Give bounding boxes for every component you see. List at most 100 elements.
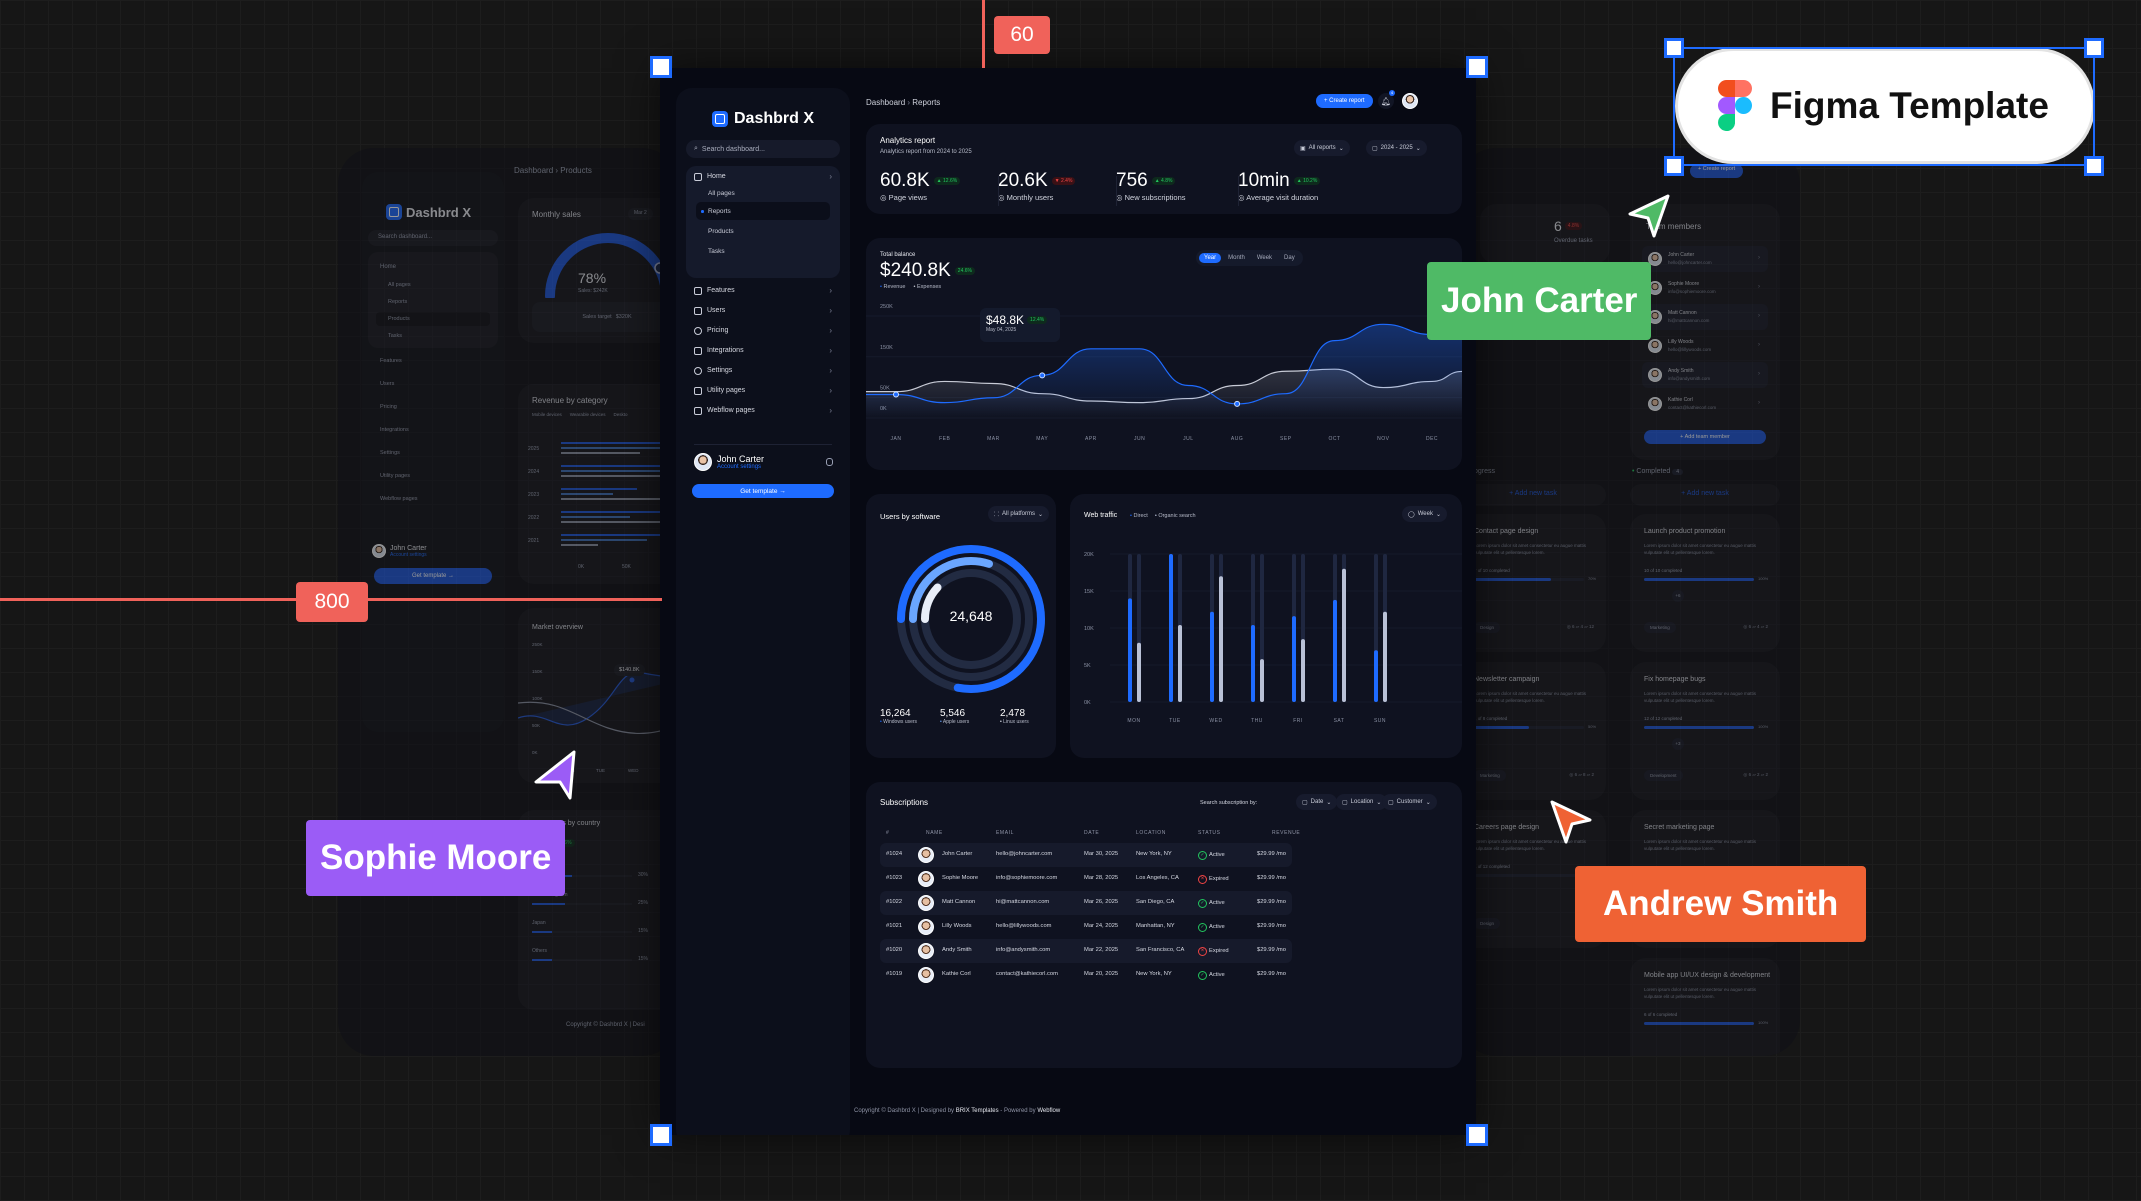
webflow-link[interactable]: Webflow xyxy=(1037,1108,1060,1114)
nav-utility-pages[interactable]: Utility pages xyxy=(380,473,410,479)
task-card[interactable]: Launch product promotion Lorem ipsum dolo… xyxy=(1630,514,1780,652)
add-task-button[interactable]: + Add new task xyxy=(1630,484,1780,506)
bar-direct[interactable] xyxy=(1169,554,1173,702)
nav-settings[interactable]: Settings › xyxy=(694,366,832,375)
task-card[interactable]: Contact page design Lorem ipsum dolor sit… xyxy=(1460,514,1606,652)
resize-handle[interactable] xyxy=(1664,38,1684,58)
create-report-button[interactable]: + Create report xyxy=(1690,164,1744,178)
platform-filter[interactable]: ⸬ All platforms ⌄ xyxy=(988,506,1050,522)
cell-email[interactable]: hello@lillywoods.com xyxy=(996,923,1052,929)
data-point[interactable] xyxy=(629,677,635,683)
nav-features[interactable]: Features xyxy=(380,358,402,364)
range-week[interactable]: Week xyxy=(1252,253,1277,263)
nav-products[interactable]: Products xyxy=(696,222,830,240)
nav-products-active[interactable]: Products xyxy=(376,312,490,326)
bar-organic-search[interactable] xyxy=(1383,611,1387,702)
team-member-row[interactable]: Sophie Moore info@sophiemoore.com › xyxy=(1642,275,1768,301)
account-settings-link[interactable]: Account settings xyxy=(717,464,764,470)
bar-organic-search[interactable] xyxy=(1260,659,1264,702)
nav-integrations[interactable]: Integrations › xyxy=(694,346,832,355)
resize-handle[interactable] xyxy=(1466,56,1488,78)
nav-pricing[interactable]: Pricing › xyxy=(694,326,832,335)
nav-all-pages[interactable]: All pages xyxy=(696,184,830,202)
range-month[interactable]: Month xyxy=(1223,253,1250,263)
table-row[interactable]: #1023 Sophie Moore info@sophiemoore.com Mar… xyxy=(880,867,1292,891)
nav-reports-active[interactable]: Reports xyxy=(696,202,830,220)
nav-all-pages[interactable]: All pages xyxy=(388,282,411,288)
logo[interactable]: Dashbrd X xyxy=(712,110,814,128)
filter-customer[interactable]: ▢ Customer ⌄ xyxy=(1382,794,1437,810)
date-filter[interactable]: Mar 2 xyxy=(628,208,653,220)
create-report-button[interactable]: + Create report xyxy=(1316,94,1373,108)
resize-handle[interactable] xyxy=(2084,38,2104,58)
column-header[interactable]: STATUS xyxy=(1198,830,1221,836)
bar-organic-search[interactable] xyxy=(1301,639,1305,702)
nav-webflow-pages[interactable]: Webflow pages › xyxy=(694,406,832,415)
get-template-button[interactable]: Get template → xyxy=(692,484,834,498)
nav-tasks[interactable]: Tasks xyxy=(388,333,402,339)
team-member-row[interactable]: Andy Smith info@andysmith.com › xyxy=(1642,362,1768,388)
table-row[interactable]: #1024 John Carter hello@johncarter.com Mar … xyxy=(880,843,1292,867)
range-year[interactable]: Year xyxy=(1199,253,1222,263)
team-member-row[interactable]: Lilly Woods hello@lillywoods.com › xyxy=(1642,333,1768,359)
team-member-row[interactable]: Kathie Corl contact@kathiecorl.com › xyxy=(1642,391,1768,417)
range-day[interactable]: Day xyxy=(1279,253,1300,263)
bar-direct[interactable] xyxy=(1128,598,1132,702)
resize-handle[interactable] xyxy=(1664,156,1684,176)
left-user[interactable]: John Carter Account settings xyxy=(372,544,427,558)
filter-location[interactable]: ▢ Location ⌄ xyxy=(1336,794,1388,810)
column-header[interactable]: NAME xyxy=(926,830,943,836)
period-filter[interactable]: ◯ Week ⌄ xyxy=(1402,506,1447,522)
search-input[interactable]: ⌕ Search dashboard... xyxy=(686,140,840,158)
nav-settings[interactable]: Settings xyxy=(380,450,400,456)
team-member-row[interactable]: John Carter hello@johncarter.com › xyxy=(1642,246,1768,272)
table-row[interactable]: #1019 Kathie Corl contact@kathiecorl.com Ma… xyxy=(880,963,1292,987)
bar-direct[interactable] xyxy=(1251,625,1255,702)
nav-tasks[interactable]: Tasks xyxy=(696,242,830,260)
column-header[interactable]: EMAIL xyxy=(996,830,1014,836)
cell-email[interactable]: info@andysmith.com xyxy=(996,947,1050,953)
nav-features[interactable]: Features › xyxy=(694,286,832,295)
cell-email[interactable]: info@sophiemoore.com xyxy=(996,875,1057,881)
filter-date[interactable]: ▢ Date ⌄ xyxy=(1296,794,1338,810)
task-card[interactable]: Fix homepage bugs Lorem ipsum dolor sit a… xyxy=(1630,662,1780,800)
column-header[interactable]: # xyxy=(886,830,889,836)
nav-utility-pages[interactable]: Utility pages › xyxy=(694,386,832,395)
cell-email[interactable]: hello@johncarter.com xyxy=(996,851,1052,857)
nav-users[interactable]: Users xyxy=(380,381,394,387)
nav-users[interactable]: Users › xyxy=(694,306,832,315)
nav-reports[interactable]: Reports xyxy=(388,299,407,305)
all-reports-filter[interactable]: ▣ All reports ⌄ xyxy=(1294,140,1350,156)
bar-organic-search[interactable] xyxy=(1178,625,1182,702)
bar-organic-search[interactable] xyxy=(1342,568,1346,702)
add-team-member-button[interactable]: + Add team member xyxy=(1644,430,1766,444)
data-point[interactable] xyxy=(1039,372,1046,379)
column-header[interactable]: DATE xyxy=(1084,830,1099,836)
profile-avatar[interactable] xyxy=(1402,93,1418,109)
table-row[interactable]: #1021 Lilly Woods hello@lillywoods.com Mar … xyxy=(880,915,1292,939)
resize-handle[interactable] xyxy=(2084,156,2104,176)
bar-direct[interactable] xyxy=(1333,599,1337,702)
data-point[interactable] xyxy=(1234,400,1241,407)
resize-handle[interactable] xyxy=(1466,1124,1488,1146)
table-row[interactable]: #1022 Matt Cannon hi@mattcannon.com Mar 26,… xyxy=(880,891,1292,915)
search-input[interactable]: Search dashboard... xyxy=(368,230,498,246)
user-profile[interactable]: John Carter Account settings xyxy=(694,453,764,471)
bar-organic-search[interactable] xyxy=(1137,642,1141,702)
add-task-button[interactable]: + Add new task xyxy=(1460,484,1606,506)
theme-toggle-icon[interactable] xyxy=(826,458,833,466)
nav-home[interactable]: Home xyxy=(380,264,396,270)
column-header[interactable]: REVENUE xyxy=(1272,830,1300,836)
cell-email[interactable]: hi@mattcannon.com xyxy=(996,899,1049,905)
resize-handle[interactable] xyxy=(650,56,672,78)
date-range-filter[interactable]: ▢ 2024 - 2025 ⌄ xyxy=(1366,140,1427,156)
nav-home[interactable]: Home › xyxy=(694,172,832,181)
nav-webflow-pages[interactable]: Webflow pages xyxy=(380,496,418,502)
column-header[interactable]: LOCATION xyxy=(1136,830,1166,836)
nav-integrations[interactable]: Integrations xyxy=(380,427,409,433)
breadcrumb-root[interactable]: Dashboard xyxy=(866,98,905,107)
bar-direct[interactable] xyxy=(1292,616,1296,702)
task-card[interactable]: Mobile app UI/UX design & development Lor… xyxy=(1630,958,1780,1056)
brix-link[interactable]: BRIX Templates xyxy=(956,1108,999,1114)
get-template-button[interactable]: Get template → xyxy=(374,568,492,584)
